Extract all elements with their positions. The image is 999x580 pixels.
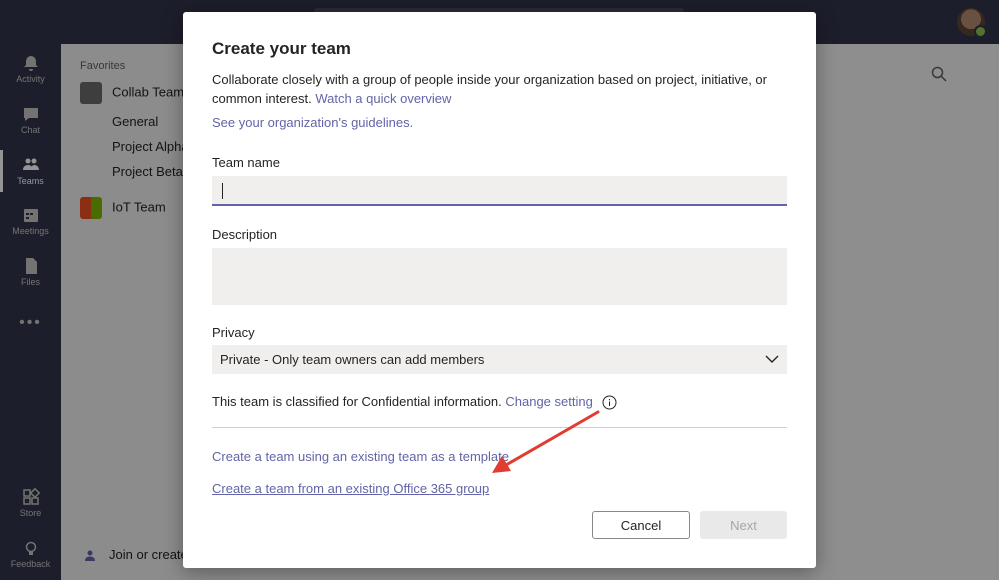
annotation-arrow: [492, 410, 600, 473]
